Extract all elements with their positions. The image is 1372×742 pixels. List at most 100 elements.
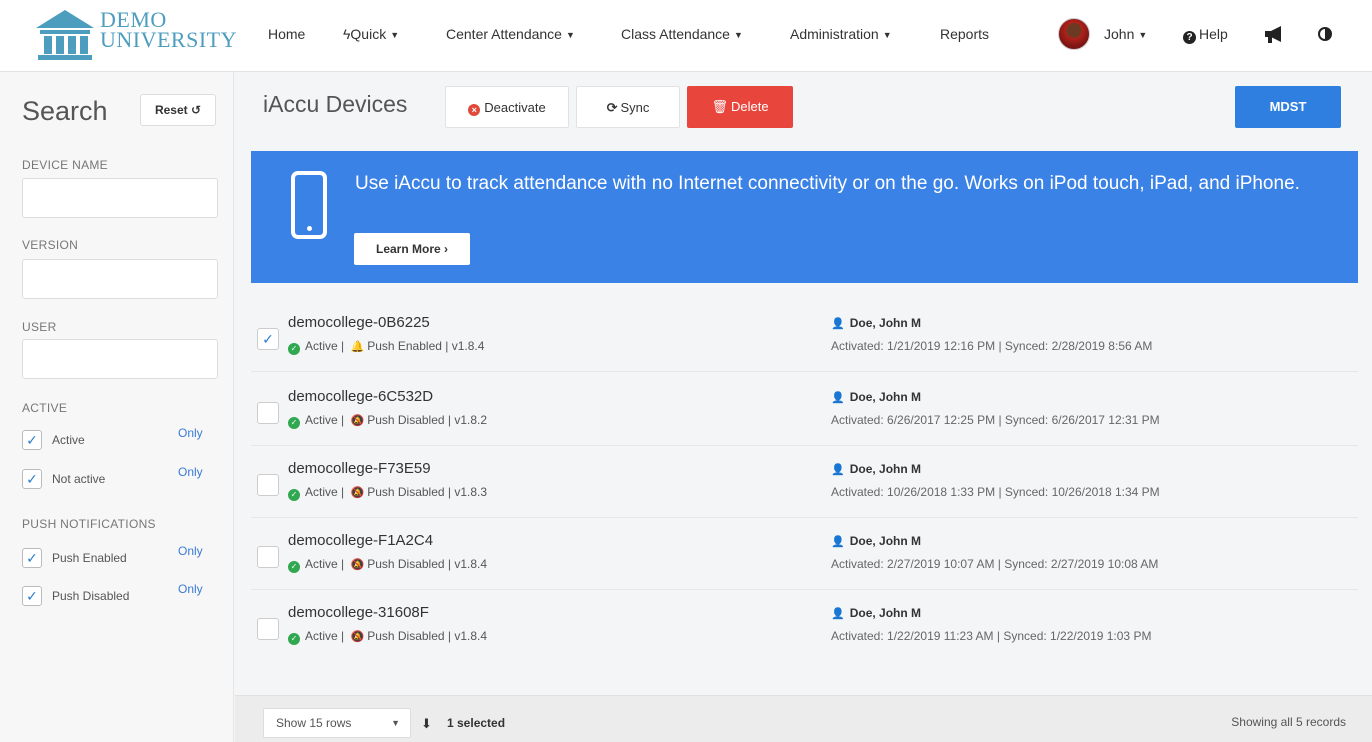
row-checkbox[interactable] bbox=[257, 402, 279, 424]
row-checkbox[interactable] bbox=[257, 618, 279, 640]
nav-administration[interactable]: Administration ▼ bbox=[790, 26, 892, 42]
nav-quick[interactable]: ϟQuick ▼ bbox=[343, 26, 399, 42]
bell-icon: 🔔 bbox=[350, 341, 365, 353]
user-name: John ▼ bbox=[1104, 26, 1147, 42]
list-footer: Show 15 rows ▼ ⬇ 1 selected Showing all 5… bbox=[235, 695, 1372, 742]
selected-count: 1 selected bbox=[447, 716, 506, 730]
device-name-label: DEVICE NAME bbox=[22, 158, 108, 172]
push-disabled-checkbox-label: Push Disabled bbox=[52, 589, 130, 603]
device-user: 👤 Doe, John M bbox=[831, 390, 921, 404]
device-name: democollege-F73E59 bbox=[288, 460, 431, 477]
logo-line-2: UNIVERSITY bbox=[100, 27, 237, 52]
nav-quick-label: Quick bbox=[350, 26, 387, 42]
nav-reports[interactable]: Reports bbox=[940, 26, 989, 42]
device-row[interactable]: ✓ democollege-0B6225 ✓ Active | 🔔 Push Ena… bbox=[251, 300, 1358, 372]
user-icon: 👤 bbox=[831, 318, 845, 330]
device-meta: ✓ Active | 🔕 Push Disabled | v1.8.3 bbox=[288, 485, 487, 501]
device-row[interactable]: democollege-F73E59 ✓ Active | 🔕 Push Disab… bbox=[251, 446, 1358, 518]
caret-down-icon: ▼ bbox=[565, 30, 575, 40]
deactivate-label: Deactivate bbox=[484, 100, 546, 115]
help-link[interactable]: ? Help bbox=[1183, 26, 1228, 44]
iaccu-banner: Use iAccu to track attendance with no In… bbox=[251, 151, 1358, 283]
user-label: USER bbox=[22, 320, 57, 334]
caret-down-icon: ▼ bbox=[391, 718, 400, 728]
device-version: v1.8.3 bbox=[454, 485, 488, 499]
device-user-name: Doe, John M bbox=[849, 390, 922, 404]
learn-more-button[interactable]: Learn More › bbox=[354, 233, 470, 265]
device-dates: Activated: 10/26/2018 1:33 PM | Synced: … bbox=[831, 485, 1160, 499]
bell-slash-icon: 🔕 bbox=[350, 559, 365, 571]
user-input[interactable] bbox=[22, 339, 218, 379]
not-active-checkbox-row: ✓ Not active Only bbox=[22, 465, 212, 491]
device-row[interactable]: democollege-F1A2C4 ✓ Active | 🔕 Push Disab… bbox=[251, 518, 1358, 590]
active-only-link[interactable]: Only bbox=[178, 426, 203, 440]
push-disabled-checkbox[interactable]: ✓ bbox=[22, 586, 42, 606]
push-disabled-only-link[interactable]: Only bbox=[178, 582, 203, 596]
sync-button[interactable]: ⟳ Sync bbox=[576, 86, 680, 128]
device-user: 👤 Doe, John M bbox=[831, 316, 921, 330]
search-sidebar: Search Reset ↺ DEVICE NAME VERSION USER … bbox=[0, 72, 234, 742]
user-icon: 👤 bbox=[831, 608, 845, 620]
page-title: iAccu Devices bbox=[263, 91, 408, 117]
device-meta: ✓ Active | 🔕 Push Disabled | v1.8.4 bbox=[288, 629, 487, 645]
nav-center-attendance[interactable]: Center Attendance ▼ bbox=[446, 26, 575, 42]
question-circle-icon: ? bbox=[1183, 31, 1196, 44]
deactivate-button[interactable]: × Deactivate bbox=[445, 86, 569, 128]
download-icon[interactable]: ⬇ bbox=[421, 716, 432, 732]
bell-slash-icon: 🔕 bbox=[350, 415, 365, 427]
device-push: Push Disabled bbox=[367, 629, 445, 643]
device-dates: Activated: 1/21/2019 12:16 PM | Synced: … bbox=[831, 339, 1153, 353]
bell-slash-icon: 🔕 bbox=[350, 487, 365, 499]
version-label: VERSION bbox=[22, 238, 79, 252]
push-enabled-checkbox-label: Push Enabled bbox=[52, 551, 127, 565]
nav-home[interactable]: Home bbox=[268, 26, 305, 42]
push-enabled-checkbox[interactable]: ✓ bbox=[22, 548, 42, 568]
not-active-only-link[interactable]: Only bbox=[178, 465, 203, 479]
active-checkbox[interactable]: ✓ bbox=[22, 430, 42, 450]
device-status: Active bbox=[305, 413, 338, 427]
device-status: Active bbox=[305, 339, 338, 353]
building-icon bbox=[36, 10, 94, 60]
nav-center-attendance-label: Center Attendance bbox=[446, 26, 562, 42]
row-checkbox[interactable] bbox=[257, 474, 279, 496]
banner-text: Use iAccu to track attendance with no In… bbox=[355, 173, 1300, 194]
caret-down-icon: ▼ bbox=[1138, 30, 1148, 40]
device-name-input[interactable] bbox=[22, 178, 218, 218]
device-version: v1.8.4 bbox=[451, 339, 485, 353]
user-icon: 👤 bbox=[831, 392, 845, 404]
top-nav-bar: DEMO UNIVERSITY Home ϟQuick ▼ Center Atte… bbox=[0, 0, 1372, 72]
check-circle-icon: ✓ bbox=[288, 561, 300, 573]
device-row[interactable]: democollege-31608F ✓ Active | 🔕 Push Disab… bbox=[251, 590, 1358, 662]
row-checkbox[interactable] bbox=[257, 546, 279, 568]
nav-class-attendance-label: Class Attendance bbox=[621, 26, 730, 42]
device-name: democollege-0B6225 bbox=[288, 314, 430, 331]
device-name: democollege-6C532D bbox=[288, 388, 434, 405]
caret-down-icon: ▼ bbox=[733, 30, 743, 40]
caret-down-icon: ▼ bbox=[390, 30, 400, 40]
device-list: ✓ democollege-0B6225 ✓ Active | 🔔 Push Ena… bbox=[251, 300, 1358, 670]
delete-button[interactable]: 🗑 Delete bbox=[687, 86, 793, 128]
megaphone-icon[interactable] bbox=[1263, 24, 1285, 44]
nav-administration-label: Administration bbox=[790, 26, 879, 42]
university-logo[interactable]: DEMO UNIVERSITY bbox=[34, 6, 237, 64]
device-push: Push Disabled bbox=[367, 557, 445, 571]
not-active-checkbox[interactable]: ✓ bbox=[22, 469, 42, 489]
contrast-toggle-icon[interactable] bbox=[1318, 27, 1332, 41]
version-input[interactable] bbox=[22, 259, 218, 299]
records-count: Showing all 5 records bbox=[1231, 715, 1346, 729]
nav-class-attendance[interactable]: Class Attendance ▼ bbox=[621, 26, 743, 42]
check-circle-icon: ✓ bbox=[288, 489, 300, 501]
device-user-name: Doe, John M bbox=[849, 606, 922, 620]
mdst-button[interactable]: MDST bbox=[1235, 86, 1341, 128]
reset-label: Reset bbox=[154, 103, 188, 117]
trash-icon: 🗑 bbox=[711, 99, 728, 114]
device-user: 👤 Doe, John M bbox=[831, 534, 921, 548]
page-header: iAccu Devices × Deactivate ⟳ Sync 🗑 Delete … bbox=[235, 72, 1372, 138]
device-user-name: Doe, John M bbox=[849, 534, 922, 548]
device-row[interactable]: democollege-6C532D ✓ Active | 🔕 Push Disab… bbox=[251, 374, 1358, 446]
push-enabled-only-link[interactable]: Only bbox=[178, 544, 203, 558]
reset-button[interactable]: Reset ↺ bbox=[140, 94, 216, 126]
check-circle-icon: ✓ bbox=[288, 343, 300, 355]
rows-per-page-select[interactable]: Show 15 rows ▼ bbox=[263, 708, 411, 738]
row-checkbox[interactable]: ✓ bbox=[257, 328, 279, 350]
